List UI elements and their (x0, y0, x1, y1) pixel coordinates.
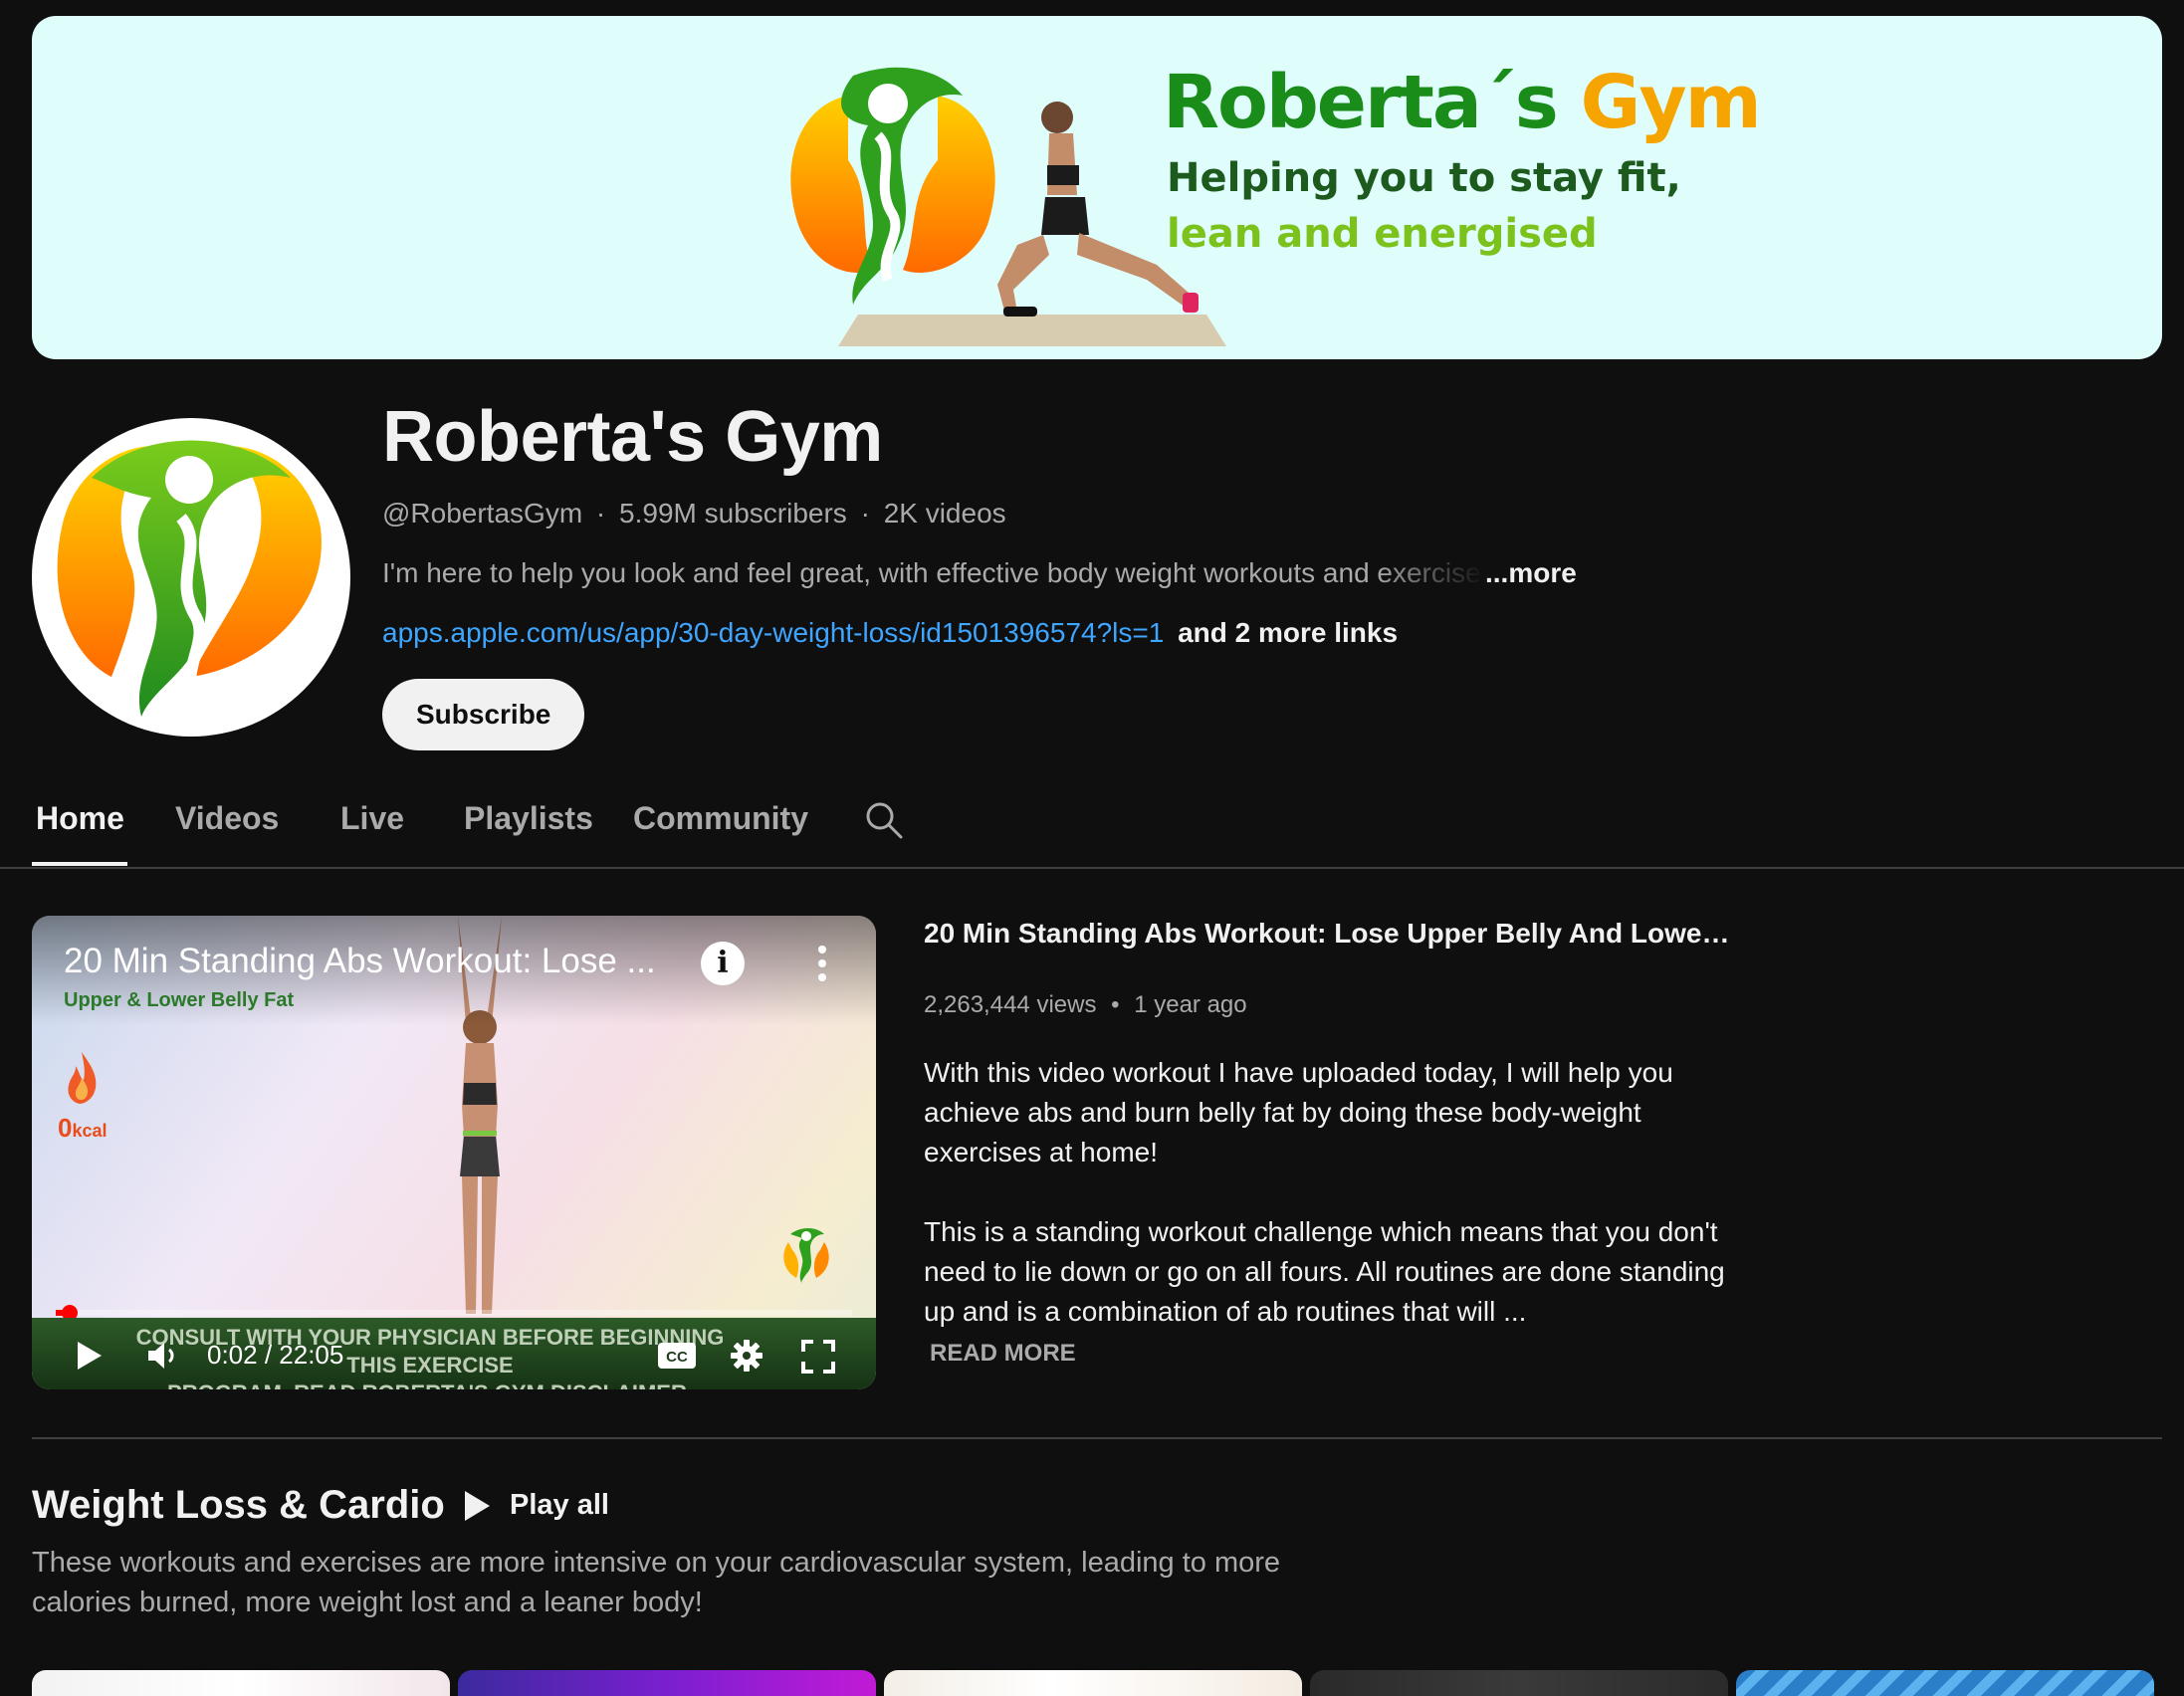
featured-video-description: With this video workout I have uploaded … (924, 1053, 1740, 1372)
read-more-button[interactable]: READ MORE (930, 1340, 1076, 1368)
channel-banner: Roberta´s Gym Helping you to stay fit, l… (32, 16, 2162, 359)
channel-name: Roberta's Gym (382, 397, 883, 477)
video-thumbnail[interactable] (458, 1670, 876, 1696)
meta-separator: • (1111, 991, 1120, 1018)
banner-tagline-line1: Helping you to stay fit, (1167, 155, 1681, 201)
channel-avatar[interactable] (32, 418, 350, 737)
video-thumbnail[interactable] (1736, 1670, 2154, 1696)
featured-video-title[interactable]: 20 Min Standing Abs Workout: Lose Upper … (924, 918, 1740, 950)
video-thumbnail[interactable] (1310, 1670, 1728, 1696)
avatar-logo-icon (57, 440, 322, 717)
description-paragraph-2: This is a standing workout challenge whi… (924, 1216, 1725, 1327)
channel-page: Roberta´s Gym Helping you to stay fit, l… (0, 0, 2184, 1696)
time-display: 0:02 / 22:05 (207, 1340, 344, 1370)
channel-meta: @RobertasGym · 5.99M subscribers · 2K vi… (382, 498, 1006, 530)
kcal-unit: kcal (72, 1121, 108, 1141)
more-vert-icon[interactable] (810, 942, 834, 985)
kcal-value: 0 (58, 1113, 73, 1143)
tab-videos[interactable]: Videos (175, 800, 279, 837)
section-divider (32, 1437, 2162, 1439)
tab-live[interactable]: Live (340, 800, 404, 837)
banner-brand-part2: Gym (1580, 60, 1762, 145)
disclaimer-line-2: PROGRAM. READ ROBERTA'S GYM DISCLAIMER. (111, 1379, 749, 1389)
featured-video-meta: 2,263,444 views • 1 year ago (924, 991, 1247, 1019)
channel-external-link[interactable]: apps.apple.com/us/app/30-day-weight-loss… (382, 617, 1164, 648)
channel-description-text: I'm here to help you look and feel great… (382, 557, 1485, 588)
play-all-label: Play all (510, 1489, 609, 1521)
cc-icon[interactable]: CC (657, 1342, 697, 1370)
info-icon[interactable]: i (701, 942, 745, 985)
tabs-divider (0, 867, 2184, 869)
watermark-logo-icon (783, 1228, 829, 1284)
play-icon (465, 1491, 490, 1521)
settings-icon[interactable] (729, 1338, 764, 1374)
channel-links: apps.apple.com/us/app/30-day-weight-loss… (382, 617, 1398, 649)
shelf-video-thumbnails (32, 1670, 2162, 1696)
play-icon[interactable] (74, 1340, 104, 1372)
channel-handle: @RobertasGym (382, 498, 583, 529)
search-icon[interactable] (864, 800, 904, 840)
view-count: 2,263,444 views (924, 991, 1097, 1018)
channel-description[interactable]: I'm here to help you look and feel great… (382, 557, 1577, 589)
featured-video-player[interactable]: 20 Min Standing Abs Workout: Lose ... Up… (32, 916, 876, 1389)
description-more-link[interactable]: ...more (1485, 557, 1577, 588)
tab-playlists[interactable]: Playlists (464, 800, 593, 837)
banner-brand-title: Roberta´s Gym (1163, 60, 1762, 145)
cc-label: CC (666, 1349, 688, 1366)
progress-bar[interactable] (56, 1305, 852, 1321)
player-title[interactable]: 20 Min Standing Abs Workout: Lose ... (64, 942, 701, 981)
meta-separator: · (595, 498, 606, 529)
player-controls-bar: CONSULT WITH YOUR PHYSICIAN BEFORE BEGIN… (32, 1318, 876, 1389)
kcal-counter: 0kcal (58, 1113, 108, 1144)
video-thumbnail[interactable] (884, 1670, 1302, 1696)
subscribe-button[interactable]: Subscribe (382, 679, 585, 750)
active-tab-underline (32, 862, 127, 866)
banner-brand-part1: Roberta´s (1163, 60, 1559, 145)
player-overlay-subtitle: Upper & Lower Belly Fat (64, 989, 295, 1011)
more-links-button[interactable]: and 2 more links (1178, 617, 1398, 648)
description-paragraph-1: With this video workout I have uploaded … (924, 1057, 1673, 1167)
tab-home[interactable]: Home (36, 800, 124, 837)
flame-icon (68, 1052, 97, 1104)
upload-age: 1 year ago (1134, 991, 1247, 1018)
tab-community[interactable]: Community (633, 800, 808, 837)
subscriber-count: 5.99M subscribers (619, 498, 847, 529)
video-thumbnail[interactable] (32, 1670, 450, 1696)
banner-tagline-line2: lean and energised (1167, 211, 1598, 257)
shelf-title[interactable]: Weight Loss & Cardio (32, 1483, 445, 1528)
volume-icon[interactable] (146, 1340, 184, 1372)
shelf-description: These workouts and exercises are more in… (32, 1547, 1281, 1618)
video-count: 2K videos (883, 498, 1006, 529)
fullscreen-icon[interactable] (801, 1340, 835, 1374)
meta-separator: · (860, 498, 870, 529)
